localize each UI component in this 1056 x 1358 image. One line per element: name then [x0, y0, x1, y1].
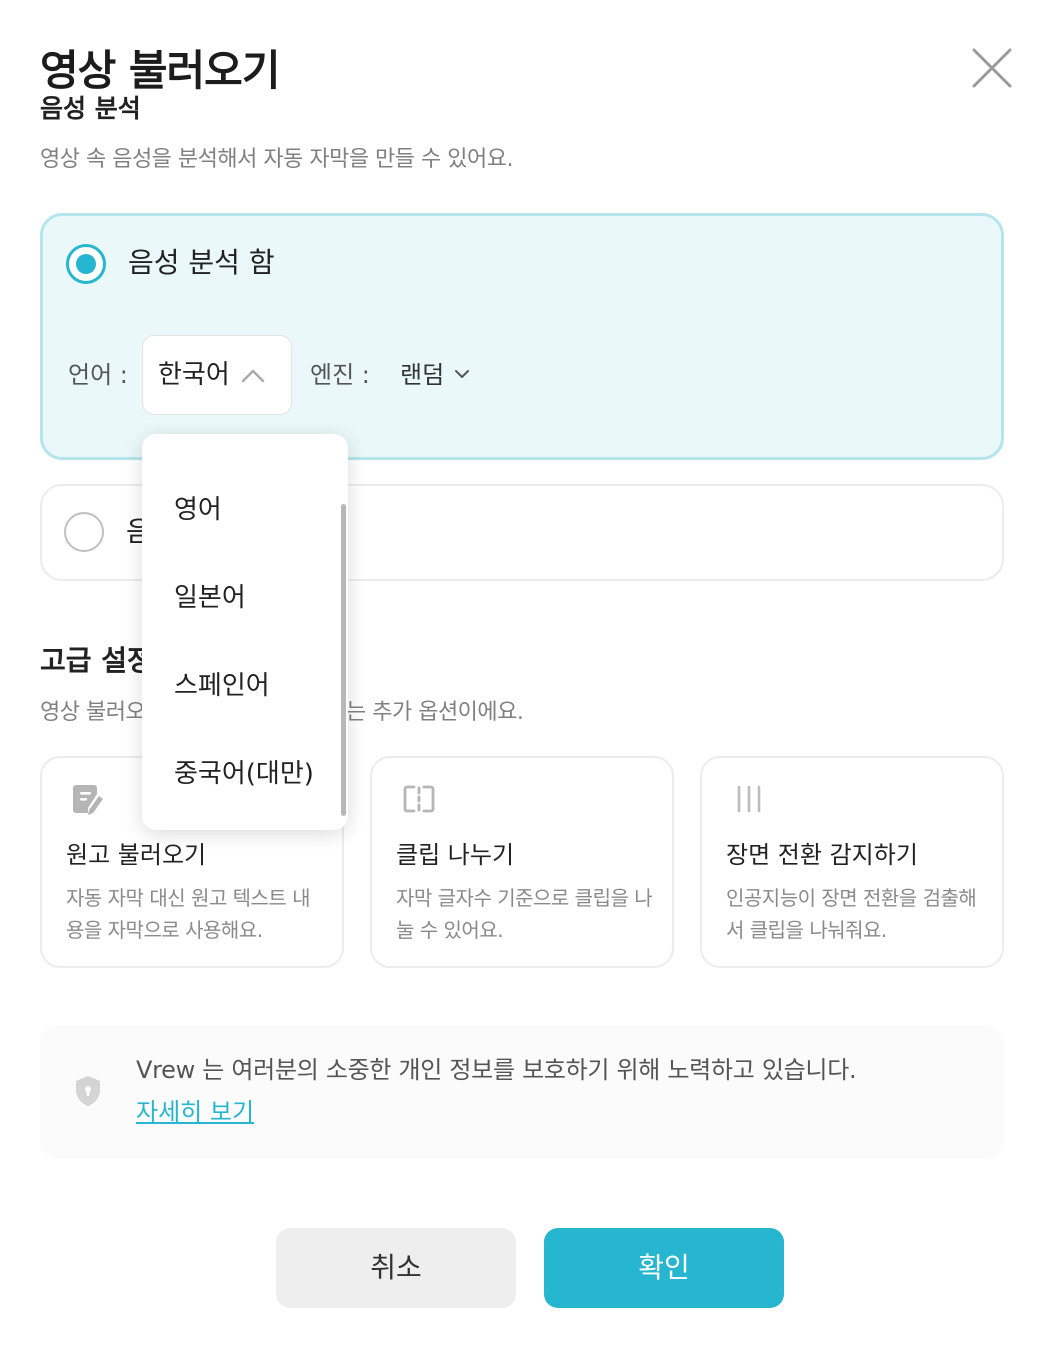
- speech-on-label: 음성 분석 함: [128, 246, 275, 279]
- advanced-title: 고급 설정: [40, 644, 153, 677]
- advanced-description-left: 영상 불러오: [40, 700, 146, 725]
- close-icon[interactable]: [966, 42, 1018, 94]
- speech-description: 영상 속 음성을 분석해서 자동 자막을 만들 수 있어요.: [40, 147, 513, 172]
- language-label: 언어 :: [68, 361, 128, 389]
- advanced-description-right: 는 추가 옵션이에요.: [346, 700, 524, 725]
- feature-title: 원고 불러오기: [66, 841, 207, 869]
- split-clip-icon: [403, 785, 435, 813]
- feature-card-split-clip[interactable]: 클립 나누기 자막 글자수 기준으로 클립을 나눌 수 있어요.: [370, 756, 674, 968]
- confirm-button[interactable]: 확인: [544, 1228, 784, 1308]
- feature-title: 클립 나누기: [396, 841, 515, 869]
- radio-selected-dot: [76, 254, 96, 274]
- engine-select[interactable]: 랜덤: [400, 358, 444, 392]
- language-value: 한국어: [158, 360, 230, 390]
- language-option-japanese[interactable]: 일본어: [174, 580, 246, 616]
- language-option-spanish[interactable]: 스페인어: [174, 668, 270, 704]
- scene-lines-icon: [737, 785, 761, 813]
- chevron-up-icon: [241, 369, 265, 383]
- cancel-button[interactable]: 취소: [276, 1228, 516, 1308]
- language-dropdown-menu: 영어 일본어 스페인어 중국어(대만): [142, 434, 348, 830]
- privacy-details-link[interactable]: 자세히 보기: [136, 1094, 254, 1130]
- privacy-text: Vrew 는 여러분의 소중한 개인 정보를 보호하기 위해 노력하고 있습니다…: [136, 1056, 857, 1084]
- speech-on-radio[interactable]: [66, 244, 106, 284]
- speech-section-title: 음성 분석: [40, 94, 141, 123]
- engine-label: 엔진 :: [310, 361, 370, 389]
- dialog-title: 영상 불러오기: [40, 46, 280, 95]
- feature-description: 자막 글자수 기준으로 클립을 나눌 수 있어요.: [396, 886, 653, 942]
- chevron-down-icon[interactable]: [452, 364, 472, 384]
- speech-off-radio[interactable]: [64, 512, 104, 552]
- dropdown-scrollbar[interactable]: [341, 504, 346, 816]
- language-option-chinese-taiwan[interactable]: 중국어(대만): [174, 756, 314, 792]
- shield-icon: [76, 1076, 100, 1106]
- document-pen-icon: [73, 785, 103, 815]
- feature-description: 인공지능이 장면 전환을 검출해서 클립을 나눠줘요.: [726, 886, 977, 942]
- privacy-notice: [40, 1026, 1004, 1158]
- language-option-english[interactable]: 영어: [174, 492, 222, 528]
- feature-title: 장면 전환 감지하기: [726, 841, 918, 869]
- feature-card-scene-detect[interactable]: 장면 전환 감지하기 인공지능이 장면 전환을 검출해서 클립을 나눠줘요.: [700, 756, 1004, 968]
- feature-description: 자동 자막 대신 원고 텍스트 내용을 자막으로 사용해요.: [66, 886, 311, 942]
